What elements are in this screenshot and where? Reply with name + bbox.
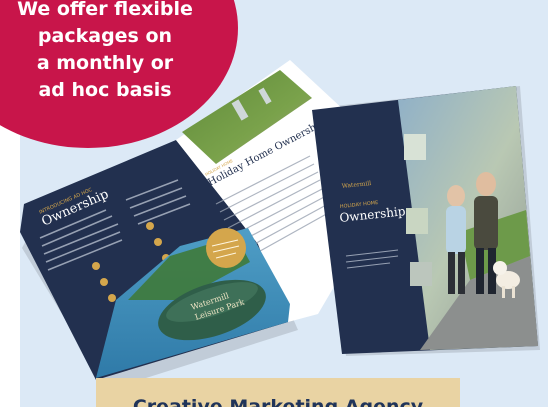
brochure-cover: Watermill HOLIDAY HOME Ownership [312, 86, 538, 354]
callout-line: a monthly or [36, 52, 174, 74]
ad-canvas: Ownership INTRODUCING AD HOC Holiday Hom… [0, 0, 548, 407]
callout-line: We offer flexible [17, 0, 193, 20]
callout-text: We offer flexible packages on a monthly … [0, 0, 210, 104]
agency-banner-label: Creative Marketing Agency [132, 396, 424, 407]
callout-line: ad hoc basis [38, 79, 172, 101]
agency-banner: Creative Marketing Agency [96, 378, 460, 407]
callout-line: packages on [37, 25, 173, 47]
